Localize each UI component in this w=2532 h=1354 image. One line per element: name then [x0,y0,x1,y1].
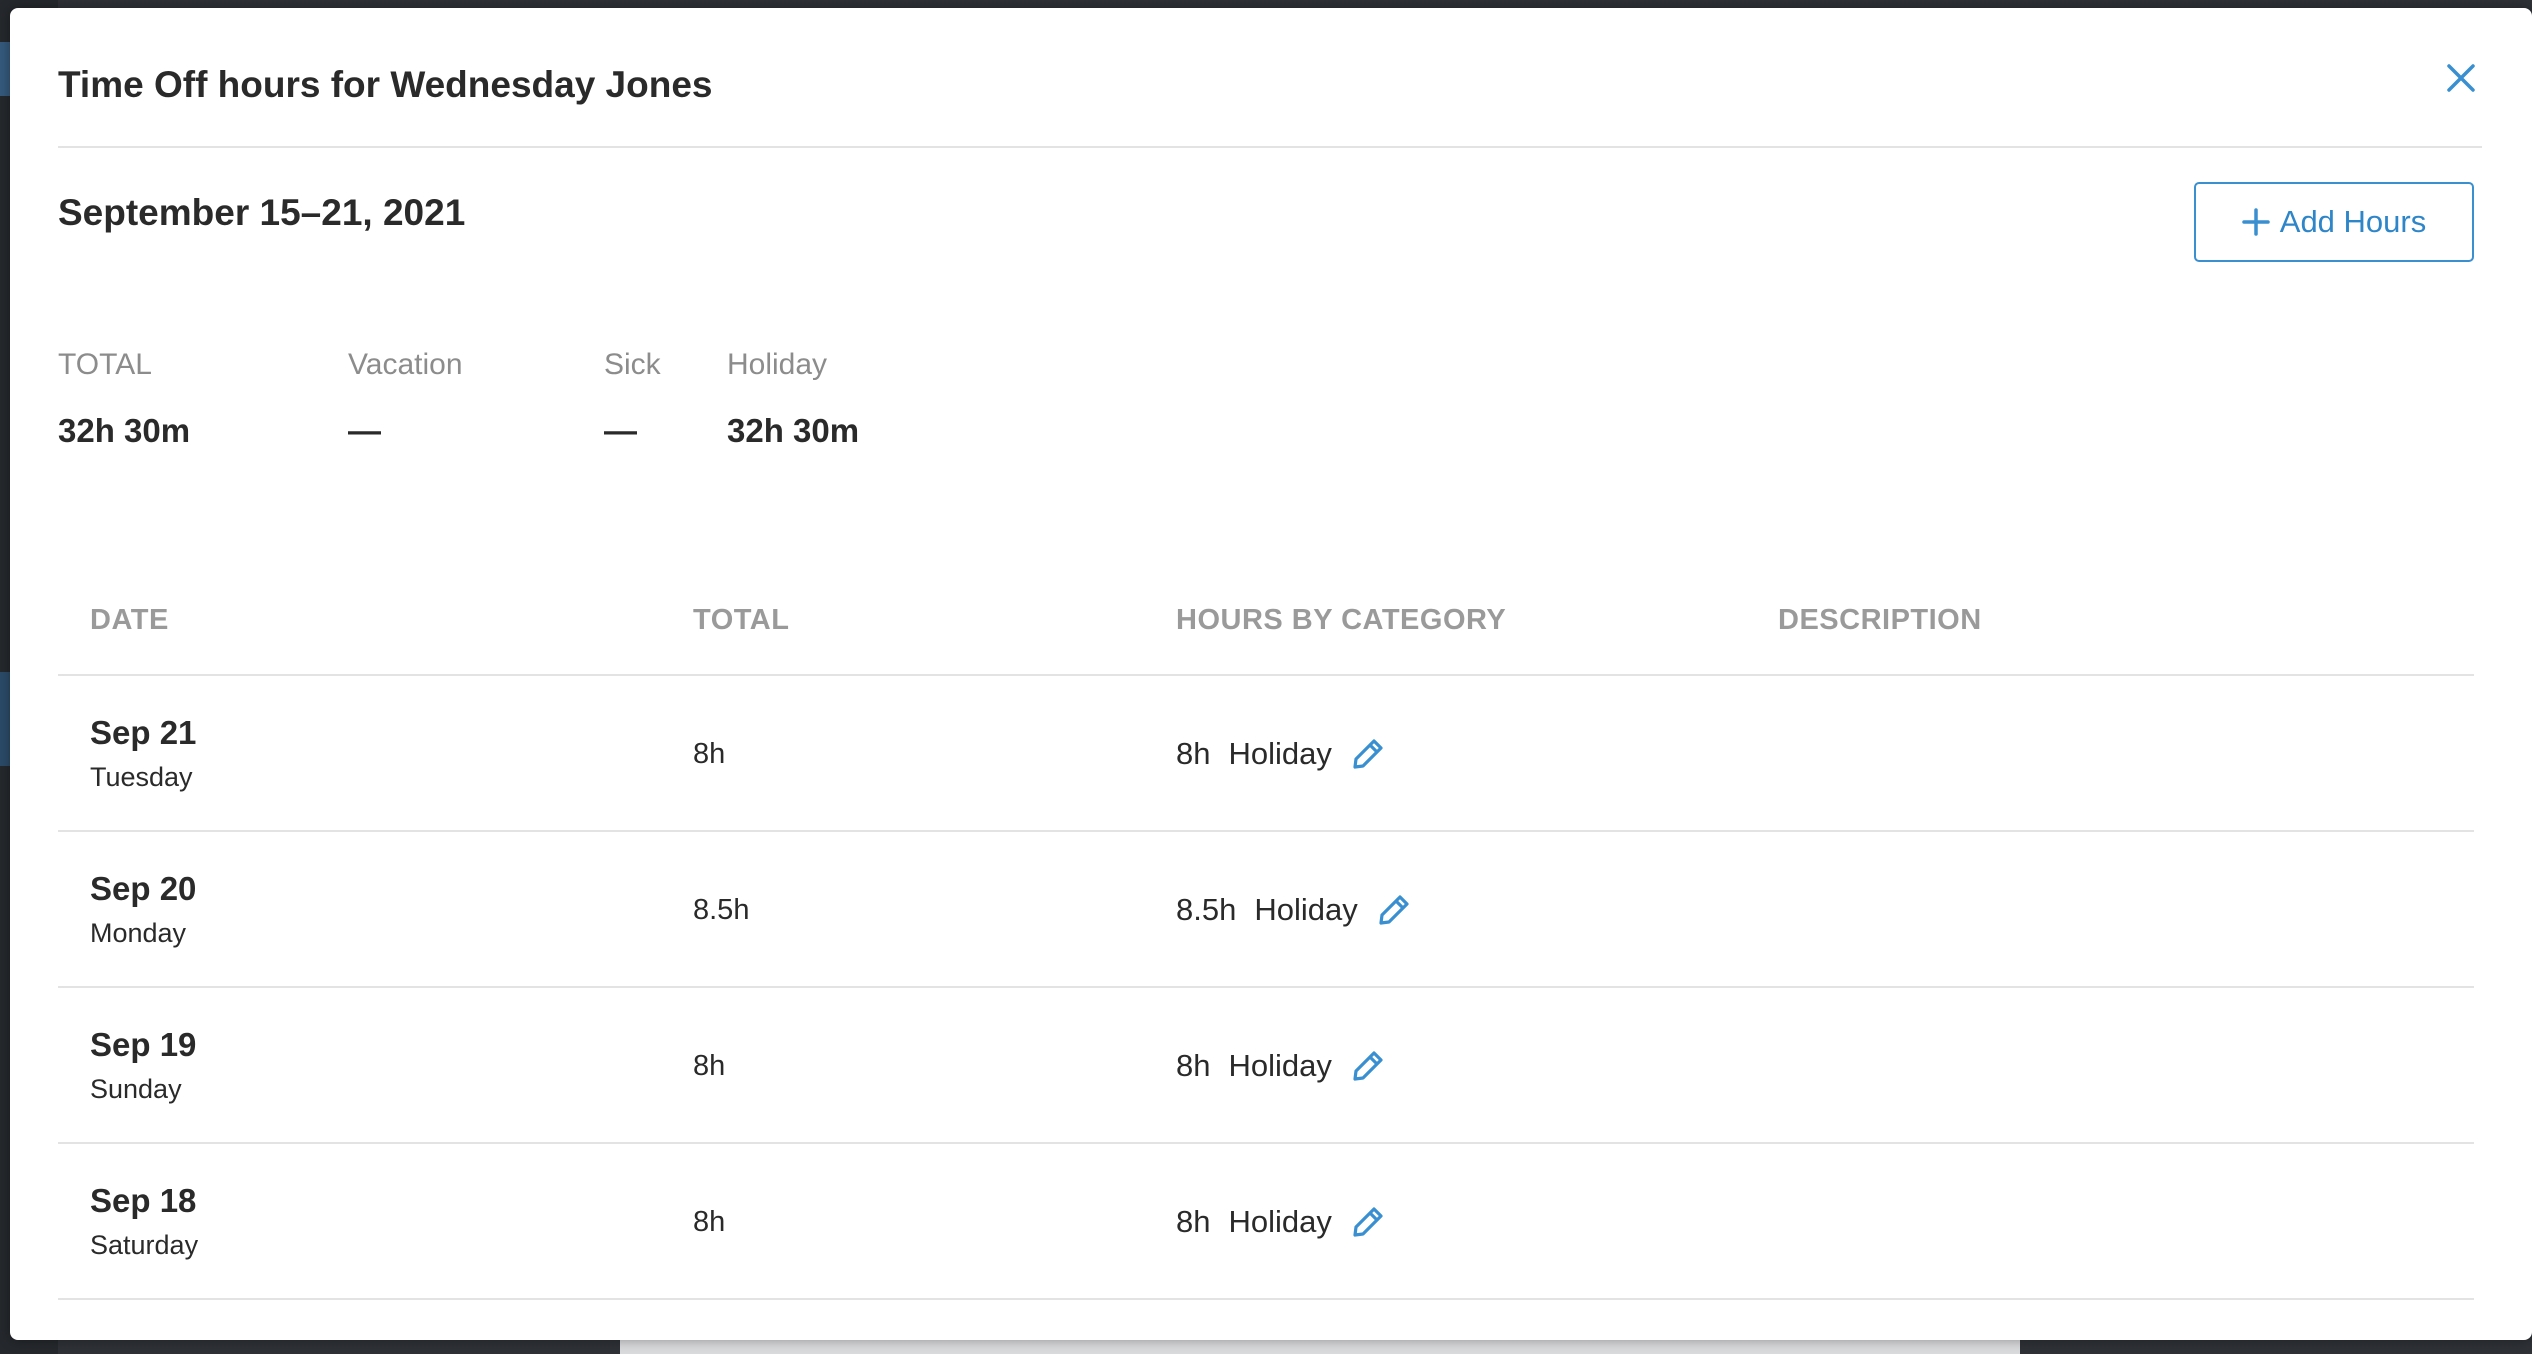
table-row: Sep 19 Sunday 8h 8h Holiday [58,988,2474,1144]
row-total: 8h [693,1050,726,1082]
date-cell: Sep 20 Monday [90,870,196,949]
row-date: Sep 18 [90,1182,197,1219]
week-range-title: September 15–21, 2021 [58,192,466,233]
row-weekday: Saturday [90,1230,199,1260]
row-date: Sep 19 [90,1026,197,1063]
edit-hours-button[interactable] [1348,1202,1388,1242]
row-total: 8.5h [693,894,750,926]
close-icon [2447,64,2475,92]
hours-by-category-cell: 8h Holiday [1176,1046,1388,1086]
hours-by-category-cell: 8.5h Holiday [1176,890,1414,930]
time-off-modal: Time Off hours for Wednesday Jones Septe… [10,8,2532,1340]
category-hours: 8h [1176,1048,1211,1083]
summary-holiday-label: Holiday [727,348,828,381]
time-off-table: DATE TOTAL HOURS BY CATEGORY DESCRIPTION… [58,568,2474,1300]
edit-hours-button[interactable] [1348,734,1388,774]
category-hours: 8.5h [1176,892,1237,927]
row-weekday: Sunday [90,1074,182,1104]
pencil-icon [1353,1207,1383,1237]
summary-holiday-value: 32h 30m [727,412,860,449]
add-hours-button[interactable]: Add Hours [2194,182,2474,262]
add-hours-label: Add Hours [2279,204,2427,239]
row-weekday: Tuesday [90,762,193,792]
category-name: Holiday [1228,736,1332,771]
row-total: 8h [693,738,726,770]
plus-icon [2242,208,2270,236]
table-header: DATE TOTAL HOURS BY CATEGORY DESCRIPTION [58,568,2474,676]
row-total: 8h [693,1206,726,1238]
hours-by-category-cell: 8h Holiday [1176,734,1388,774]
pencil-icon [1353,739,1383,769]
row-weekday: Monday [90,918,187,948]
row-date: Sep 21 [90,714,197,751]
table-row: Sep 20 Monday 8.5h 8.5h Holiday [58,832,2474,988]
category-hours: 8h [1176,1204,1211,1239]
summary-sick-value: — [604,412,637,449]
category-name: Holiday [1254,892,1358,927]
summary-total-value: 32h 30m [58,412,191,449]
category-name: Holiday [1228,1204,1332,1239]
date-cell: Sep 18 Saturday [90,1182,198,1261]
edit-hours-button[interactable] [1348,1046,1388,1086]
category-hours: 8h [1176,736,1211,771]
summary-total-label: TOTAL [58,348,152,381]
summary-vacation-label: Vacation [348,348,463,381]
edit-hours-button[interactable] [1374,890,1414,930]
modal-title: Time Off hours for Wednesday Jones [58,64,713,105]
column-header-total: TOTAL [693,604,790,636]
table-row: Sep 18 Saturday 8h 8h Holiday [58,1144,2474,1300]
table-row: Sep 21 Tuesday 8h 8h Holiday [58,676,2474,832]
category-name: Holiday [1228,1048,1332,1083]
date-cell: Sep 19 Sunday [90,1026,196,1105]
date-cell: Sep 21 Tuesday [90,714,196,793]
close-button[interactable] [2435,52,2487,104]
row-date: Sep 20 [90,870,197,907]
summary-vacation-value: — [348,412,381,449]
pencil-icon [1353,1051,1383,1081]
column-header-date: DATE [90,604,169,636]
modal-header: Time Off hours for Wednesday Jones [58,8,2482,148]
column-header-hours-by-category: HOURS BY CATEGORY [1176,604,1507,636]
column-header-description: DESCRIPTION [1778,604,1982,636]
pencil-icon [1379,895,1409,925]
hours-by-category-cell: 8h Holiday [1176,1202,1388,1242]
summary-sick-label: Sick [604,348,661,381]
